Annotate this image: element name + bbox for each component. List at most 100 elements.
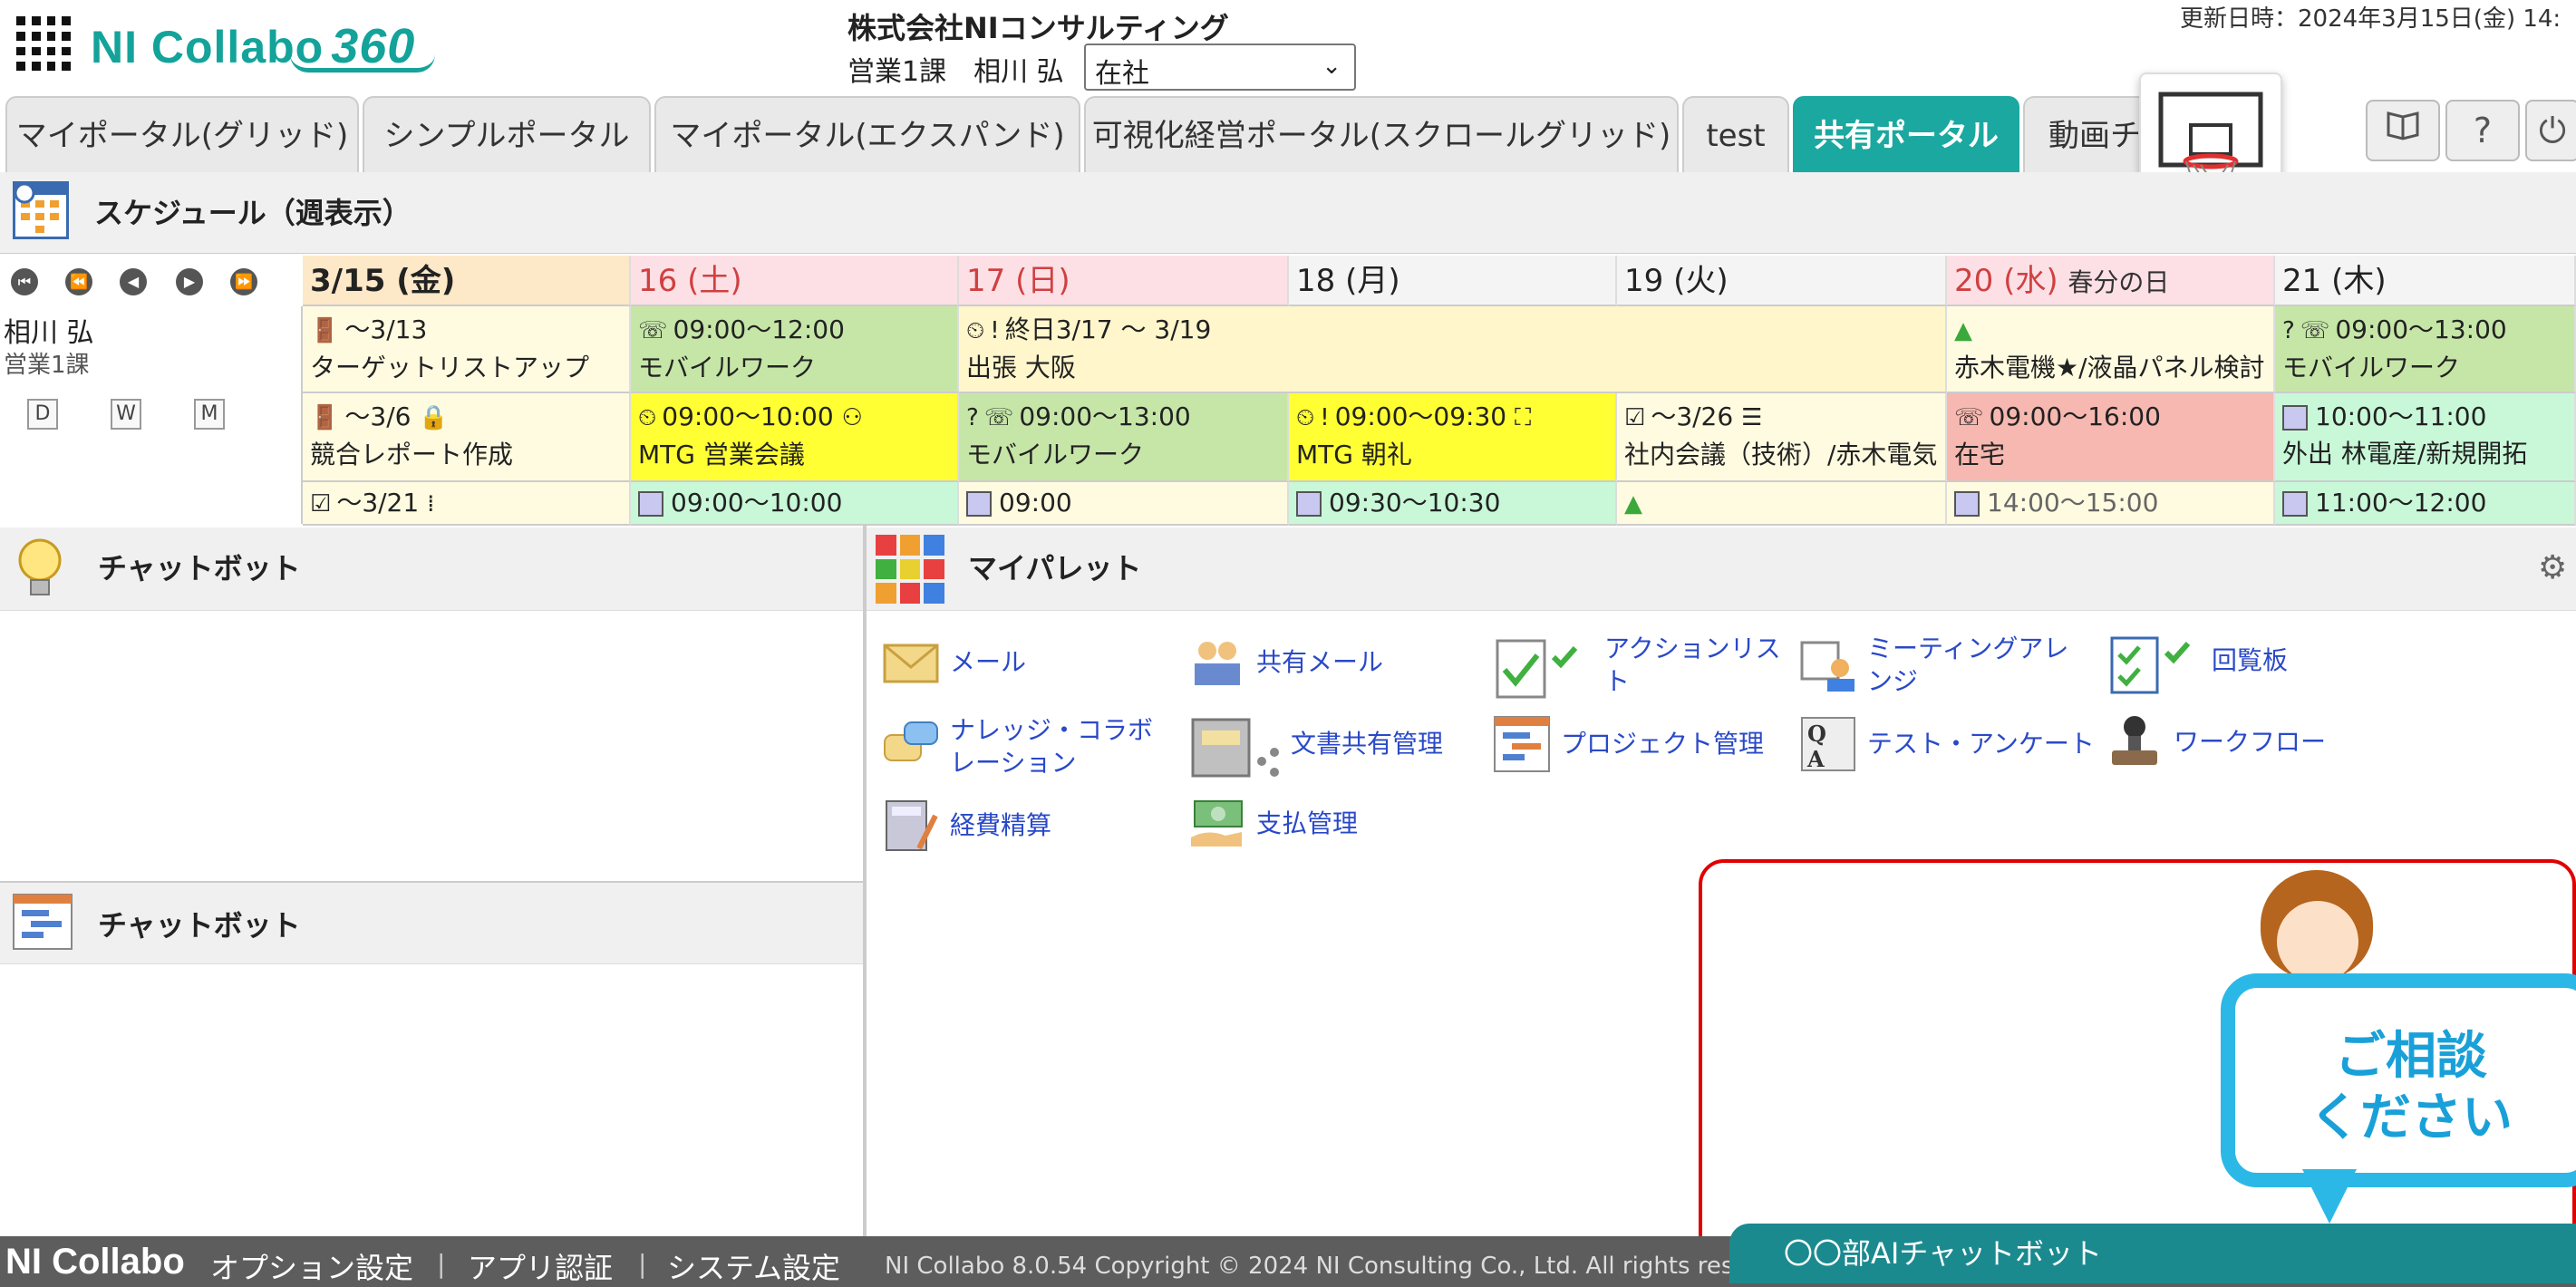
schedule-event[interactable]: ⏲ 09:00～10:00 ⚇ MTG 営業会議 bbox=[631, 393, 959, 482]
day-label: 21 (木) bbox=[2282, 263, 2387, 299]
warning-icon: ▲ bbox=[1624, 490, 1642, 518]
app-menu-grid-icon[interactable] bbox=[16, 16, 71, 71]
event-time: 09:00 bbox=[999, 488, 1072, 518]
schedule-event[interactable]: 11:00～12:00 bbox=[2275, 482, 2576, 526]
tab-shared-portal[interactable]: 共有ポータル bbox=[1793, 96, 2019, 172]
knowledge-icon bbox=[883, 719, 939, 775]
view-day-button[interactable]: D bbox=[27, 399, 58, 430]
palette-item-mail[interactable]: メール bbox=[883, 634, 1026, 691]
day-header-sun[interactable]: 17 (日) bbox=[959, 256, 1289, 306]
day-header-sat[interactable]: 16 (土) bbox=[631, 256, 959, 306]
palette-item-payment[interactable]: 支払管理 bbox=[1189, 796, 1358, 852]
exclamation-icon: ! bbox=[990, 317, 1000, 344]
tab-test[interactable]: test bbox=[1682, 96, 1789, 172]
palette-item-expense[interactable]: 経費精算 bbox=[883, 798, 1051, 854]
schedule-event[interactable]: ▲ bbox=[1617, 482, 1947, 526]
tab-my-portal-expand[interactable]: マイポータル(エクスパンド) bbox=[654, 96, 1080, 172]
nav-next-button[interactable]: ▶ bbox=[176, 268, 203, 295]
palette-panel-title: マイパレット bbox=[968, 551, 1142, 585]
manual-book-button[interactable] bbox=[2366, 100, 2440, 161]
clock-icon: ⏲ bbox=[966, 317, 985, 344]
logout-button[interactable]: ⏻ bbox=[2525, 100, 2576, 161]
event-title: ターゲットリストアップ bbox=[310, 353, 590, 382]
palette-item-circular[interactable]: 回覧板 bbox=[2106, 633, 2289, 694]
copyright-text: NI Collabo 8.0.54 Copyright © 2024 NI Co… bbox=[885, 1253, 1787, 1280]
palette-label: ワークフロー bbox=[2174, 727, 2327, 757]
presence-status-select[interactable]: 在社 ⌄ bbox=[1084, 44, 1356, 91]
share-icon: ⚇ bbox=[841, 404, 863, 431]
palette-label: 支払管理 bbox=[1256, 808, 1359, 838]
holiday-label: 春分の日 bbox=[2068, 267, 2170, 297]
schedule-event[interactable]: 10:00～11:00 外出 林電産/新規開拓 bbox=[2275, 393, 2576, 482]
palette-label: メール bbox=[950, 647, 1027, 677]
circular-board-icon bbox=[2106, 633, 2201, 694]
footer-separator: | bbox=[437, 1249, 446, 1279]
schedule-event[interactable]: ⏲! 09:00～09:30 ⛶ MTG 朝礼 bbox=[1289, 393, 1617, 482]
day-header-fri[interactable]: 3/15 (金) bbox=[303, 256, 631, 306]
event-time: 10:00～11:00 bbox=[2315, 402, 2487, 431]
day-label: 19 (火) bbox=[1624, 263, 1729, 299]
palette-item-action-list[interactable]: アクションリスト bbox=[1494, 633, 1786, 699]
schedule-event-trip[interactable]: ⏲! 終日3/17 ～ 3/19 出張 大阪 bbox=[959, 306, 1947, 393]
event-time: 09:00～10:00 bbox=[671, 488, 843, 518]
palette-item-project[interactable]: プロジェクト管理 bbox=[1494, 716, 1764, 772]
exclamation-icon: ! bbox=[1320, 404, 1330, 431]
nav-prev-button[interactable]: ◀ bbox=[120, 268, 147, 295]
palette-item-test-survey[interactable]: QA テスト・アンケート bbox=[1800, 716, 2095, 772]
schedule-event[interactable]: ▲ 赤木電機★/液晶パネル検討 bbox=[1947, 306, 2275, 393]
view-month-button[interactable]: M bbox=[194, 399, 225, 430]
mail-icon bbox=[883, 634, 939, 691]
question-icon: ? bbox=[2282, 317, 2295, 344]
day-header-tue[interactable]: 19 (火) bbox=[1617, 256, 1947, 306]
power-icon: ⏻ bbox=[2538, 111, 2567, 150]
money-hand-icon bbox=[1189, 796, 1245, 852]
chatbot-avatar[interactable] bbox=[2277, 901, 2358, 982]
clock-icon: ⏲ bbox=[1296, 404, 1315, 431]
schedule-event[interactable]: 🚪 ～3/13 ターゲットリストアップ bbox=[303, 306, 631, 393]
panel-divider bbox=[863, 526, 867, 1238]
schedule-event[interactable]: ? ☏ 09:00～13:00 モバイルワーク bbox=[2275, 306, 2576, 393]
palette-label: 回覧板 bbox=[2212, 645, 2289, 675]
schedule-event[interactable]: 14:00～15:00 bbox=[1947, 482, 2275, 526]
palette-label: 文書共有管理 bbox=[1291, 729, 1444, 759]
schedule-event[interactable]: ☏ 09:00～12:00 モバイルワーク bbox=[631, 306, 959, 393]
help-button[interactable]: ? bbox=[2445, 100, 2520, 161]
event-time: ～3/26 bbox=[1651, 402, 1734, 431]
tab-my-portal-grid[interactable]: マイポータル(グリッド) bbox=[5, 96, 359, 172]
schedule-event[interactable]: ? ☏ 09:00～13:00 モバイルワーク bbox=[959, 393, 1289, 482]
palette-item-shared-mail[interactable]: 共有メール bbox=[1189, 634, 1383, 691]
nav-prev-week-button[interactable]: ⏪ bbox=[65, 268, 92, 295]
action-list-icon bbox=[1494, 637, 1593, 699]
schedule-event[interactable]: 🚪 ～3/6 🔒 競合レポート作成 bbox=[303, 393, 631, 482]
footer-link-system[interactable]: システム設定 bbox=[667, 1245, 840, 1287]
checkbox-icon: ☑ bbox=[1624, 404, 1646, 431]
footer-link-app-auth[interactable]: アプリ認証 bbox=[468, 1245, 613, 1287]
day-header-wed[interactable]: 20 (水) 春分の日 bbox=[1947, 256, 2275, 306]
palette-item-meeting-arrange[interactable]: ミーティングアレンジ bbox=[1800, 633, 2094, 698]
footer-link-options[interactable]: オプション設定 bbox=[210, 1245, 413, 1287]
calculator-icon bbox=[883, 798, 939, 854]
tab-simple-portal[interactable]: シンプルポータル bbox=[363, 96, 651, 172]
schedule-event[interactable]: 09:00～10:00 bbox=[631, 482, 959, 526]
schedule-user-name[interactable]: 相川 弘 bbox=[4, 310, 94, 350]
schedule-event[interactable]: ☑ ～3/26 ☰ 社内会議（技術）/赤木電気 bbox=[1617, 393, 1947, 482]
schedule-event[interactable]: 09:00 bbox=[959, 482, 1289, 526]
nav-first-button[interactable]: ⏮ bbox=[11, 268, 38, 295]
schedule-event[interactable]: 09:30～10:30 bbox=[1289, 482, 1617, 526]
footer-logo[interactable]: NI Collabo bbox=[5, 1242, 185, 1282]
schedule-event[interactable]: ☑ ～3/21 ⁞ bbox=[303, 482, 631, 526]
chatbot-launch-bar[interactable]: 〇〇部AIチャットボット bbox=[1729, 1224, 2576, 1283]
palette-item-knowledge[interactable]: ナレッジ・コラボレーション bbox=[883, 714, 1177, 779]
schedule-event[interactable]: ☏ 09:00～16:00 在宅 bbox=[1947, 393, 2275, 482]
palette-item-workflow[interactable]: ワークフロー bbox=[2106, 714, 2326, 770]
nav-next-week-button[interactable]: ⏩ bbox=[230, 268, 257, 295]
footer-separator: | bbox=[638, 1249, 647, 1279]
event-time: 09:30～10:30 bbox=[1329, 488, 1501, 518]
day-header-thu[interactable]: 21 (木) bbox=[2275, 256, 2576, 306]
tab-visualization-portal[interactable]: 可視化経営ポータル(スクロールグリッド) bbox=[1084, 96, 1679, 172]
day-header-mon[interactable]: 18 (月) bbox=[1289, 256, 1617, 306]
view-week-button[interactable]: W bbox=[111, 399, 141, 430]
palette-item-document-share[interactable]: 文書共有管理 bbox=[1189, 716, 1444, 778]
gear-icon[interactable]: ⚙ bbox=[2538, 549, 2567, 586]
chatbot-speech-bubble[interactable]: ご相談 ください bbox=[2221, 973, 2576, 1187]
